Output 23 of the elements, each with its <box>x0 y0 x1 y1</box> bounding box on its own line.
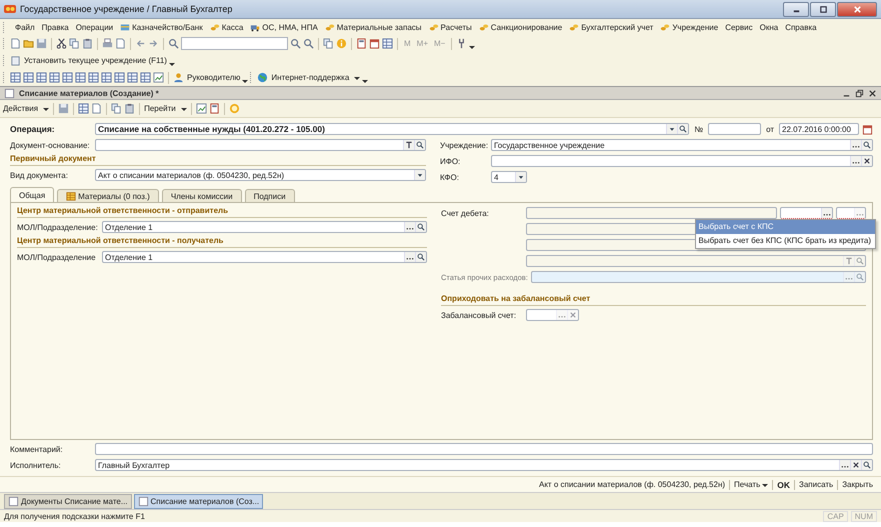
section-header: Центр материальной ответственности - отправитель <box>17 206 427 218</box>
section-header: Оприходовать на забалансовый счет <box>441 294 866 306</box>
field-label: Счет дебета: <box>441 208 490 218</box>
field-label: Вид документа: <box>10 170 69 180</box>
field-label: Операция: <box>10 124 56 134</box>
field-label: Забалансовый счет: <box>441 310 518 320</box>
field-label: МОЛ/Подразделение <box>17 252 97 262</box>
field-label: КФО: <box>440 172 460 182</box>
status-hint: Для получения подсказки нажмите F1 <box>4 512 146 520</box>
field-label: Документ-основание: <box>10 140 91 150</box>
field-label: Учреждение: <box>440 140 488 150</box>
field-label: Исполнитель: <box>10 460 62 470</box>
key-indicator: CAP <box>823 510 848 522</box>
field-label: от <box>765 124 775 134</box>
section-header: Первичный документ <box>10 154 426 166</box>
field-label: МОЛ/Подразделение: <box>17 222 99 232</box>
field-label: Комментарий: <box>10 444 64 454</box>
field-label: ИФО: <box>440 156 462 166</box>
document-title: Списание материалов (Создание) * <box>19 88 159 98</box>
section-header: Центр материальной ответственности - получатель <box>17 236 427 248</box>
window-title: Государственное учреждение / Главный Бухгалтер <box>20 4 232 14</box>
field-label: № <box>693 124 704 134</box>
key-indicator: NUM <box>850 510 877 522</box>
